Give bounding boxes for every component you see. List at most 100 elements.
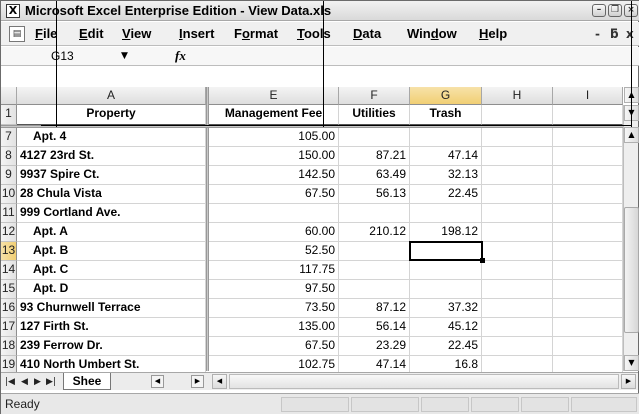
cell-property[interactable]: Apt. C <box>17 261 206 280</box>
cell-empty[interactable] <box>553 223 623 242</box>
cell-fee[interactable]: 60.00 <box>209 223 339 242</box>
menu-file[interactable]: File <box>35 26 57 42</box>
mdi-restore-button[interactable]: ƃ <box>610 26 619 42</box>
cell-fee[interactable]: 67.50 <box>209 185 339 204</box>
cell-property[interactable]: 4127 23rd St. <box>17 147 206 166</box>
header-cell-property[interactable]: Property <box>17 105 206 125</box>
cell-empty[interactable] <box>553 147 623 166</box>
cell-trash[interactable]: 37.32 <box>410 299 482 318</box>
column-header-i[interactable]: I <box>553 87 623 105</box>
column-header-e[interactable]: E <box>209 87 339 105</box>
cell-trash[interactable]: 32.13 <box>410 166 482 185</box>
cell-empty[interactable] <box>553 204 623 223</box>
vertical-split-bar[interactable] <box>206 87 209 371</box>
cell-empty[interactable] <box>482 128 553 147</box>
insert-function-icon[interactable]: fx <box>175 48 186 64</box>
cell-property[interactable]: Apt. D <box>17 280 206 299</box>
cell-empty[interactable] <box>553 280 623 299</box>
prev-sheet-icon[interactable]: ◀ <box>21 375 28 389</box>
cell-fee[interactable]: 67.50 <box>209 337 339 356</box>
cell-trash[interactable] <box>410 128 482 147</box>
cell-fee[interactable]: 73.50 <box>209 299 339 318</box>
cell-trash[interactable]: 22.45 <box>410 337 482 356</box>
workbook-icon[interactable]: ▤ <box>9 26 25 42</box>
cell-fee[interactable]: 105.00 <box>209 128 339 147</box>
menu-insert[interactable]: Insert <box>179 26 214 42</box>
cell-utilities[interactable]: 87.21 <box>339 147 410 166</box>
cell-fee[interactable]: 117.75 <box>209 261 339 280</box>
row-header[interactable]: 10 <box>1 185 17 204</box>
cell-utilities[interactable] <box>339 128 410 147</box>
cell-trash[interactable]: 45.12 <box>410 318 482 337</box>
cell-empty[interactable] <box>482 185 553 204</box>
menu-format[interactable]: Format <box>234 26 278 42</box>
cell-property[interactable]: Apt. B <box>17 242 206 261</box>
cell-utilities[interactable] <box>339 280 410 299</box>
header-cell-utilities[interactable]: Utilities <box>339 105 410 125</box>
column-header-f[interactable]: F <box>339 87 410 105</box>
sheet-tab[interactable]: Shee <box>63 373 111 390</box>
select-all-corner[interactable] <box>1 87 17 105</box>
tab-scroll-right-button[interactable]: ▶ <box>191 375 204 388</box>
cell-utilities[interactable]: 56.13 <box>339 185 410 204</box>
column-header-g[interactable]: G <box>410 87 482 105</box>
cell-fee[interactable]: 97.50 <box>209 280 339 299</box>
row-header[interactable]: 13 <box>1 242 17 261</box>
cell-empty[interactable] <box>553 299 623 318</box>
cell-empty[interactable] <box>482 223 553 242</box>
cell-empty[interactable] <box>553 261 623 280</box>
cell-empty[interactable] <box>553 128 623 147</box>
vertical-scroll-thumb[interactable] <box>624 207 639 333</box>
active-cell-g13[interactable] <box>409 241 485 263</box>
mdi-close-button[interactable]: x <box>626 26 634 42</box>
header-cell-trash[interactable]: Trash <box>410 105 482 125</box>
cell-utilities[interactable]: 210.12 <box>339 223 410 242</box>
cell-trash[interactable] <box>410 204 482 223</box>
cell-fee[interactable]: 142.50 <box>209 166 339 185</box>
row-header[interactable]: 11 <box>1 204 17 223</box>
cell-empty[interactable] <box>482 337 553 356</box>
cell-empty[interactable] <box>553 318 623 337</box>
cell-empty[interactable] <box>553 337 623 356</box>
header-cell-management-fee[interactable]: Management Fee <box>209 105 339 125</box>
menu-data[interactable]: Data <box>353 26 381 42</box>
cell-property[interactable]: 9937 Spire Ct. <box>17 166 206 185</box>
next-sheet-icon[interactable]: ▶ <box>34 375 41 389</box>
row-header[interactable]: 16 <box>1 299 17 318</box>
cell-trash[interactable]: 22.45 <box>410 185 482 204</box>
cell-fee[interactable] <box>209 204 339 223</box>
minimize-button[interactable]: – <box>592 4 606 17</box>
cell-empty[interactable] <box>553 185 623 204</box>
cell-fee[interactable]: 150.00 <box>209 147 339 166</box>
row-header[interactable]: 15 <box>1 280 17 299</box>
cell-empty[interactable] <box>482 318 553 337</box>
cell-trash[interactable]: 47.14 <box>410 147 482 166</box>
cell-empty[interactable] <box>482 166 553 185</box>
cell-utilities[interactable]: 87.12 <box>339 299 410 318</box>
cell-property[interactable]: 999 Cortland Ave. <box>17 204 206 223</box>
column-header-h[interactable]: H <box>482 87 553 105</box>
cell-property[interactable]: 93 Churnwell Terrace <box>17 299 206 318</box>
cell-property[interactable]: Apt. 4 <box>17 128 206 147</box>
row-header[interactable]: 18 <box>1 337 17 356</box>
cell-trash[interactable]: 198.12 <box>410 223 482 242</box>
cell-empty[interactable] <box>482 242 553 261</box>
menu-edit[interactable]: Edit <box>79 26 104 42</box>
horizontal-scroll-thumb[interactable] <box>229 374 619 389</box>
row-header[interactable]: 7 <box>1 128 17 147</box>
vertical-scrollbar[interactable]: ▲ ▼ ▲ ▼ <box>623 87 639 371</box>
menu-tools[interactable]: Tools <box>297 26 331 42</box>
row-header[interactable]: 8 <box>1 147 17 166</box>
cell-utilities[interactable] <box>339 261 410 280</box>
cell-trash[interactable] <box>410 261 482 280</box>
scroll-down-button[interactable]: ▼ <box>624 355 639 371</box>
cell-utilities[interactable]: 56.14 <box>339 318 410 337</box>
menu-view[interactable]: View <box>122 26 151 42</box>
tab-scroll-left-button[interactable]: ◀ <box>151 375 164 388</box>
cell-empty[interactable] <box>482 299 553 318</box>
cell-property[interactable]: 127 Firth St. <box>17 318 206 337</box>
cell-fee[interactable]: 52.50 <box>209 242 339 261</box>
cell-property[interactable]: 239 Ferrow Dr. <box>17 337 206 356</box>
row-header[interactable]: 9 <box>1 166 17 185</box>
cell-empty[interactable] <box>482 261 553 280</box>
